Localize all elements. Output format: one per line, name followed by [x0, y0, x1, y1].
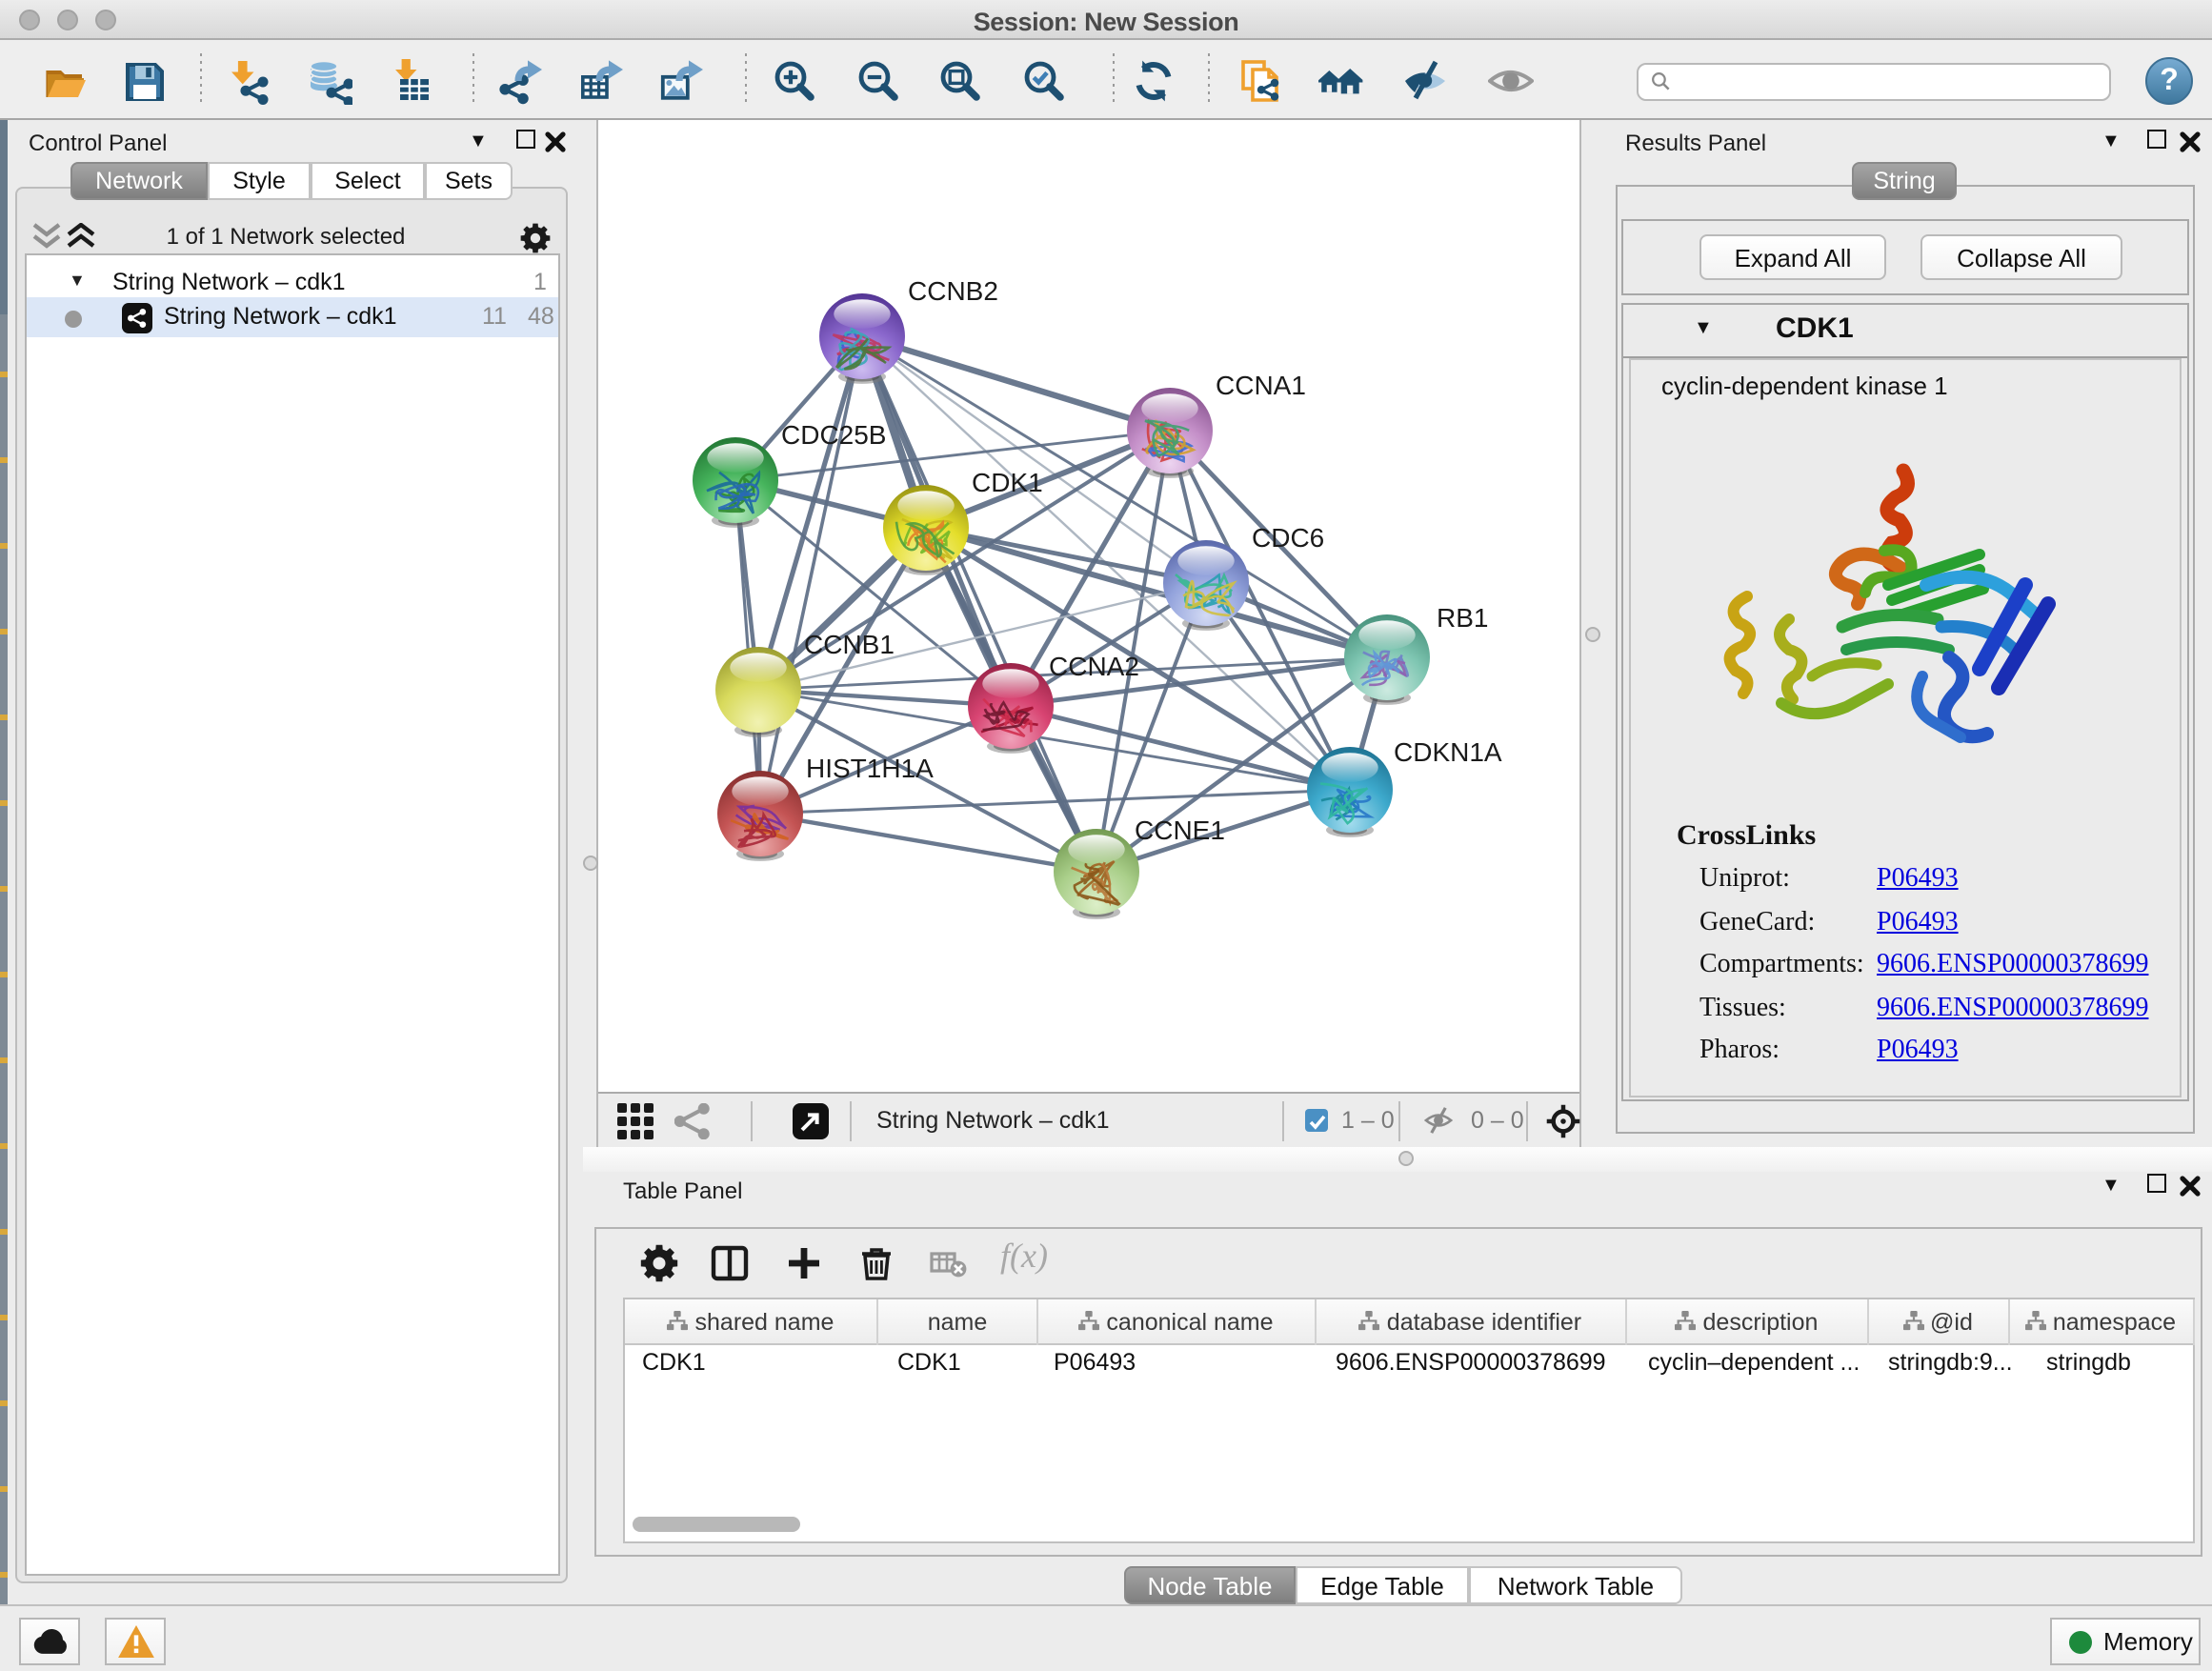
svg-text:HIST1H1A: HIST1H1A — [806, 754, 934, 783]
svg-text:CCNB1: CCNB1 — [804, 630, 895, 659]
svg-text:RB1: RB1 — [1437, 603, 1488, 633]
svg-text:CDKN1A: CDKN1A — [1394, 737, 1502, 767]
svg-text:CCNE1: CCNE1 — [1135, 815, 1225, 845]
svg-text:CDC25B: CDC25B — [781, 420, 886, 450]
svg-text:CDC6: CDC6 — [1252, 523, 1324, 553]
svg-text:CCNB2: CCNB2 — [908, 276, 998, 306]
svg-text:CCNA2: CCNA2 — [1049, 652, 1139, 681]
svg-text:CDK1: CDK1 — [972, 468, 1043, 497]
svg-text:CCNA1: CCNA1 — [1216, 371, 1306, 400]
